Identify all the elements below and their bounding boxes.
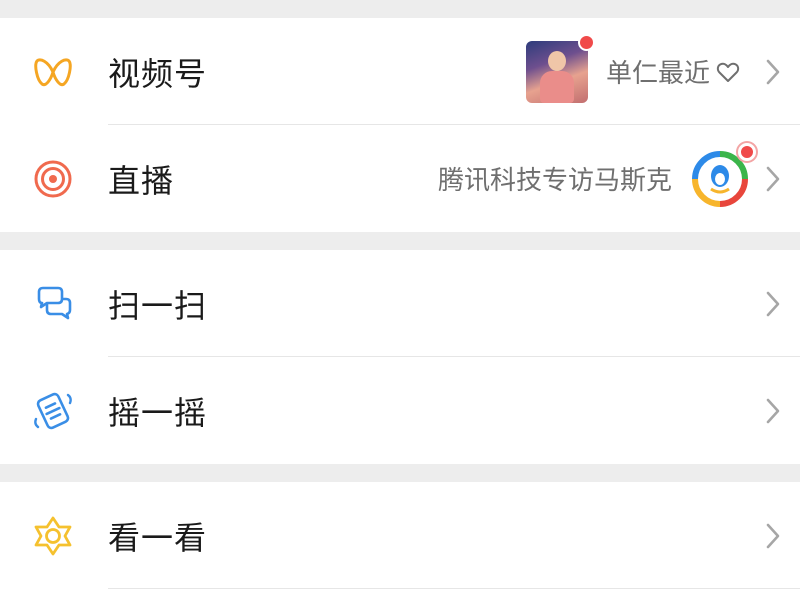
section-gap [0, 464, 800, 482]
heart-icon [716, 61, 740, 83]
channels-icon [32, 51, 74, 93]
chevron-right-icon [758, 289, 788, 319]
menu-item-live[interactable]: 直播 腾讯科技专访马斯克 [0, 125, 800, 232]
shake-icon [32, 390, 74, 432]
menu-item-channels[interactable]: 视频号 单仁最近 [0, 18, 800, 125]
group-top-stories: 看一看 [0, 482, 800, 589]
channels-subtitle: 单仁最近 [605, 59, 710, 89]
channels-thumbnail [525, 33, 595, 103]
chevron-right-icon [758, 57, 788, 87]
menu-item-label: 直播 [108, 161, 175, 200]
row-right [758, 357, 788, 464]
row-right [758, 482, 788, 589]
menu-item-label: 视频号 [108, 54, 208, 93]
live-subtitle: 腾讯科技专访马斯克 [437, 166, 672, 196]
menu-item-label: 摇一摇 [108, 393, 208, 432]
live-badge-dot [738, 142, 756, 161]
menu-item-top-stories[interactable]: 看一看 [0, 482, 800, 589]
menu-item-label: 扫一扫 [108, 286, 208, 325]
group-scan-shake: 扫一扫 摇一摇 [0, 250, 800, 464]
thumbnail-person-face [547, 50, 566, 71]
chevron-right-icon [758, 164, 788, 194]
thumbnail-person-body [539, 70, 574, 103]
new-badge-dot [577, 33, 595, 51]
channels-preview: 单仁最近 [525, 18, 788, 125]
live-preview: 腾讯科技专访马斯克 [438, 125, 788, 232]
menu-item-scan[interactable]: 扫一扫 [0, 250, 800, 357]
live-icon [32, 158, 74, 200]
menu-item-shake[interactable]: 摇一摇 [0, 357, 800, 464]
menu-item-label: 看一看 [108, 518, 208, 557]
chevron-right-icon [758, 396, 788, 426]
section-gap [0, 232, 800, 250]
top-stories-icon [32, 515, 74, 557]
group-channels-live: 视频号 单仁最近 直播 腾讯科技专访马斯克 [0, 18, 800, 232]
row-right [758, 250, 788, 357]
scan-icon [32, 283, 74, 325]
chevron-right-icon [758, 521, 788, 551]
live-channel-avatar [690, 142, 756, 209]
top-spacer [0, 0, 800, 18]
